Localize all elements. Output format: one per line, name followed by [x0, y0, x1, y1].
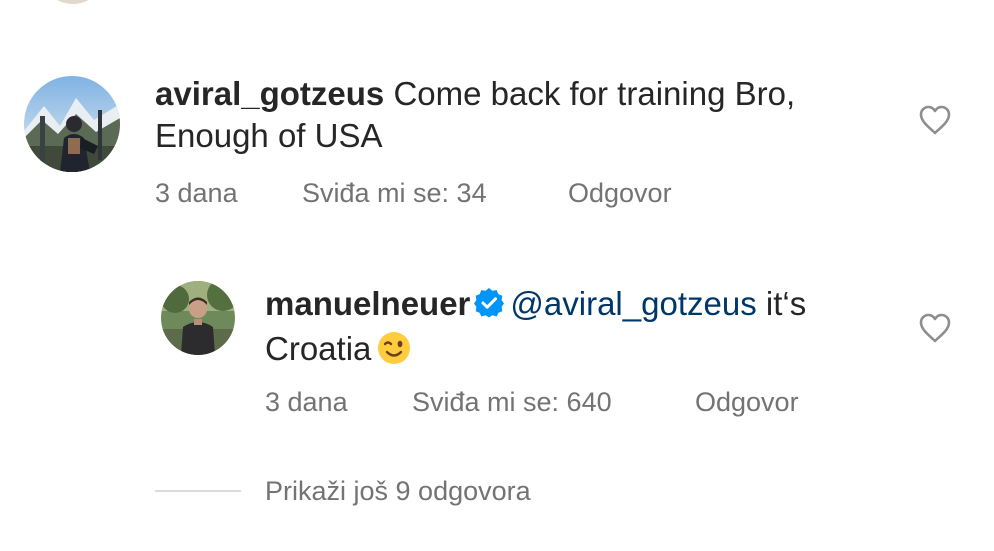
comment-1-time: 3 dana — [155, 178, 238, 208]
comment-2-mention[interactable]: @aviral_gotzeus — [510, 285, 756, 322]
heart-icon[interactable] — [918, 104, 952, 136]
comment-1-likes[interactable]: Sviđa mi se: 34 — [302, 177, 568, 209]
heart-icon[interactable] — [918, 312, 952, 344]
avatar-photo — [161, 281, 235, 355]
comment-1-meta: 3 dana Sviđa mi se: 34 Odgovor — [155, 177, 672, 209]
comment-1-reply-button[interactable]: Odgovor — [568, 177, 672, 209]
previous-comment-avatar-edge — [40, 0, 106, 4]
comment-2-meta: 3 dana Sviđa mi se: 640 Odgovor — [265, 386, 799, 418]
comment-1-username[interactable]: aviral_gotzeus — [155, 75, 384, 112]
replies-divider-line — [155, 490, 241, 492]
verified-badge-icon — [474, 286, 505, 328]
comment-2-text: manuelneuer @aviral_gotzeus it‘s Croatia — [265, 283, 905, 375]
comment-1-text: aviral_gotzeus Come back for training Br… — [155, 73, 895, 157]
avatar-aviral-gotzeus[interactable] — [24, 76, 120, 172]
avatar-manuelneuer[interactable] — [161, 281, 235, 355]
comment-2-reply-button[interactable]: Odgovor — [695, 386, 799, 418]
winking-face-emoji — [377, 331, 411, 375]
show-more-replies-button[interactable]: Prikaži još 9 odgovora — [155, 475, 531, 507]
show-more-replies-label: Prikaži još 9 odgovora — [265, 476, 531, 506]
avatar-photo — [24, 76, 120, 172]
comment-2-username[interactable]: manuelneuer — [265, 285, 470, 322]
comment-2-time: 3 dana — [265, 387, 348, 417]
comment-2-likes[interactable]: Sviđa mi se: 640 — [412, 386, 695, 418]
comments-screen: aviral_gotzeus Come back for training Br… — [0, 0, 994, 551]
